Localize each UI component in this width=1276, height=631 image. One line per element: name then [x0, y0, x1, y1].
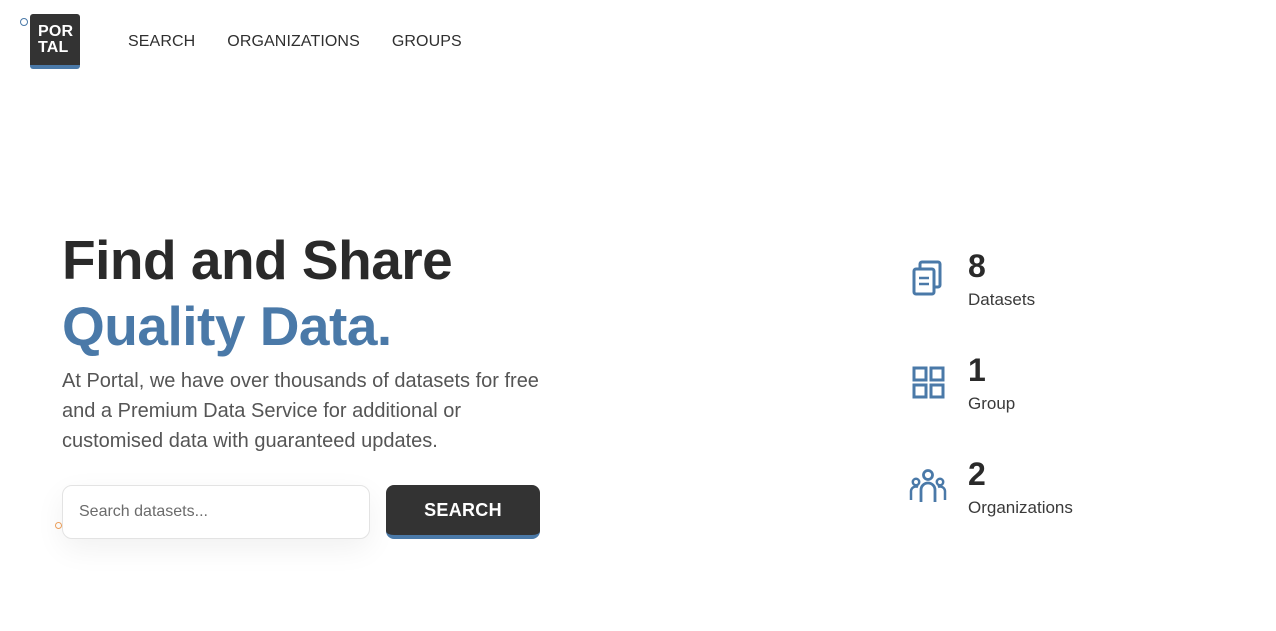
- hero-title: Find and Share Quality Data.: [62, 228, 453, 358]
- grid-icon: [912, 366, 945, 399]
- stat-organizations[interactable]: 2 Organizations: [908, 458, 1073, 518]
- portal-logo[interactable]: POR TAL: [30, 14, 80, 69]
- hero-title-line2: Quality Data.: [62, 295, 392, 357]
- nav-groups[interactable]: GROUPS: [392, 33, 462, 51]
- stat-organizations-text: 2 Organizations: [968, 458, 1073, 518]
- stat-groups-text: 1 Group: [968, 354, 1015, 414]
- page: POR TAL SEARCH ORGANIZATIONS GROUPS Find…: [0, 0, 1276, 631]
- stat-groups-label: Group: [968, 394, 1016, 413]
- logo-text-line2: TAL: [38, 39, 69, 56]
- search-decoration-dot: [55, 522, 62, 529]
- people-icon: [909, 469, 947, 502]
- logo-text-line1: POR: [38, 23, 74, 40]
- search-field: [62, 485, 370, 539]
- hero-title-line1: Find and Share: [62, 229, 453, 291]
- search-input[interactable]: [63, 486, 369, 538]
- search-button[interactable]: SEARCH: [386, 485, 540, 539]
- stat-organizations-label: Organizations: [968, 498, 1073, 517]
- stat-datasets-value: 8: [968, 248, 986, 284]
- stat-datasets-text: 8 Datasets: [968, 250, 1035, 310]
- stat-datasets[interactable]: 8 Datasets: [908, 250, 1035, 310]
- stat-groups-value: 1: [968, 352, 986, 388]
- nav-organizations[interactable]: ORGANIZATIONS: [227, 33, 360, 51]
- nav-search[interactable]: SEARCH: [128, 33, 195, 51]
- documents-icon: [912, 260, 942, 296]
- logo-decoration-ring: [20, 18, 28, 26]
- stat-groups[interactable]: 1 Group: [908, 354, 1015, 414]
- hero-description: At Portal, we have over thousands of dat…: [62, 370, 539, 452]
- stat-datasets-label: Datasets: [968, 290, 1036, 309]
- stat-organizations-value: 2: [968, 456, 986, 492]
- main-nav: SEARCH ORGANIZATIONS GROUPS: [128, 33, 462, 51]
